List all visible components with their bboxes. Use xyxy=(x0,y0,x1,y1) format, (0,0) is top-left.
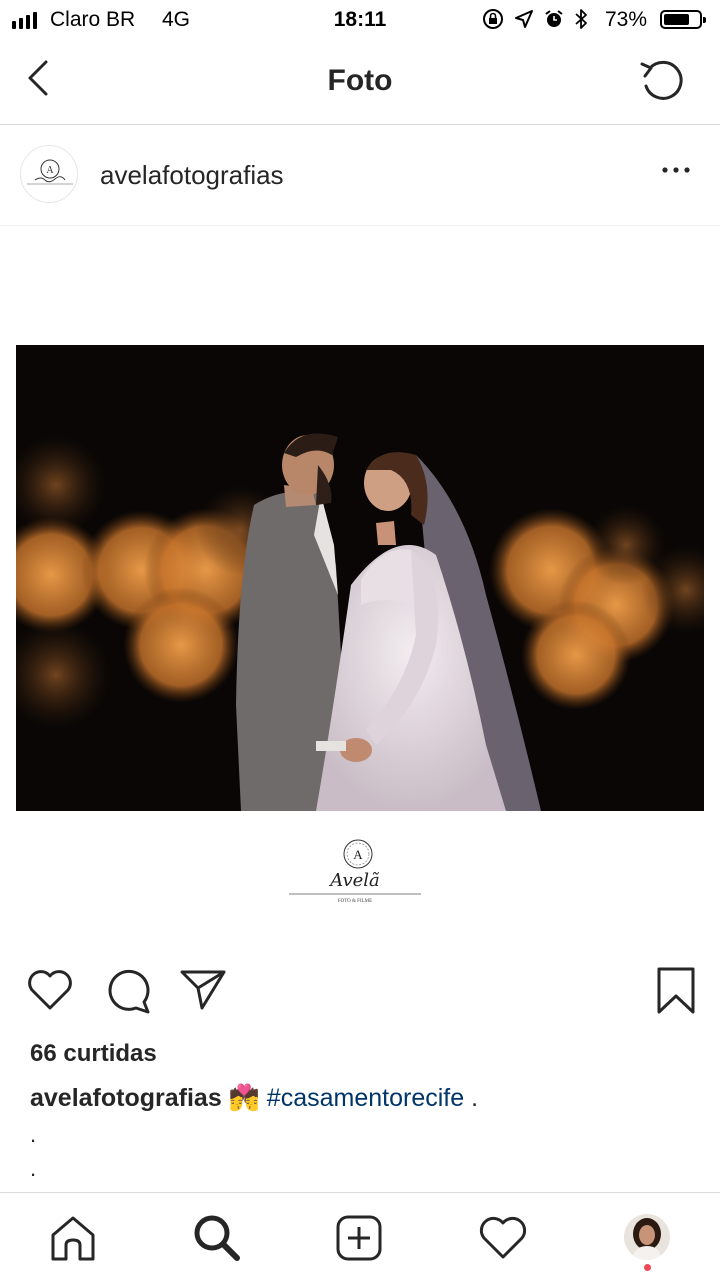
caption-emoji: 💏 xyxy=(228,1084,260,1112)
author-avatar[interactable]: A xyxy=(20,145,78,203)
svg-text:Avelã: Avelã xyxy=(328,870,380,891)
search-icon[interactable] xyxy=(192,1213,242,1263)
notification-dot xyxy=(644,1264,651,1271)
caption-username[interactable]: avelafotografias xyxy=(30,1084,222,1112)
profile-avatar[interactable] xyxy=(624,1214,670,1260)
orientation-lock-icon xyxy=(483,9,503,29)
heart-icon[interactable] xyxy=(26,968,74,1012)
comment-icon[interactable] xyxy=(104,968,152,1014)
tab-bar xyxy=(0,1192,720,1281)
bluetooth-icon xyxy=(575,9,587,29)
battery-percent: 73% xyxy=(605,8,648,31)
post-username[interactable]: avelafotografias xyxy=(100,160,284,191)
new-post-icon[interactable] xyxy=(334,1213,384,1263)
caption-trailing: . xyxy=(464,1084,479,1112)
home-icon[interactable] xyxy=(48,1213,98,1263)
alarm-icon xyxy=(545,10,563,27)
avela-watermark-logo: A Avelã FOTO & FILME xyxy=(289,839,421,904)
post-photo[interactable] xyxy=(16,345,704,811)
caption: avelafotografias 💏 #casamentorecife . xyxy=(30,1084,478,1113)
refresh-icon[interactable] xyxy=(636,56,690,104)
caption-hashtag[interactable]: #casamentorecife xyxy=(267,1084,464,1112)
battery-icon xyxy=(660,10,706,29)
svg-text:A: A xyxy=(46,165,54,176)
activity-heart-icon[interactable] xyxy=(478,1213,528,1263)
more-dots-icon[interactable] xyxy=(660,160,692,180)
caption-line: . xyxy=(30,1122,37,1147)
location-arrow-icon xyxy=(515,10,533,28)
svg-text:A: A xyxy=(353,847,363,862)
share-paper-plane-icon[interactable] xyxy=(180,968,228,1012)
post-header: A avelafotografias xyxy=(0,125,720,226)
page-title: Foto xyxy=(327,64,393,97)
status-bar: Claro BR 4G 18:11 73% xyxy=(0,0,720,40)
bookmark-icon[interactable] xyxy=(656,966,696,1016)
likes-count[interactable]: 66 curtidas xyxy=(30,1040,157,1068)
avela-logo: A xyxy=(27,159,73,185)
nav-header: Foto xyxy=(0,40,720,125)
caption-line: . xyxy=(30,1156,37,1181)
wedding-photo xyxy=(16,345,704,811)
svg-text:FOTO & FILME: FOTO & FILME xyxy=(338,899,372,904)
